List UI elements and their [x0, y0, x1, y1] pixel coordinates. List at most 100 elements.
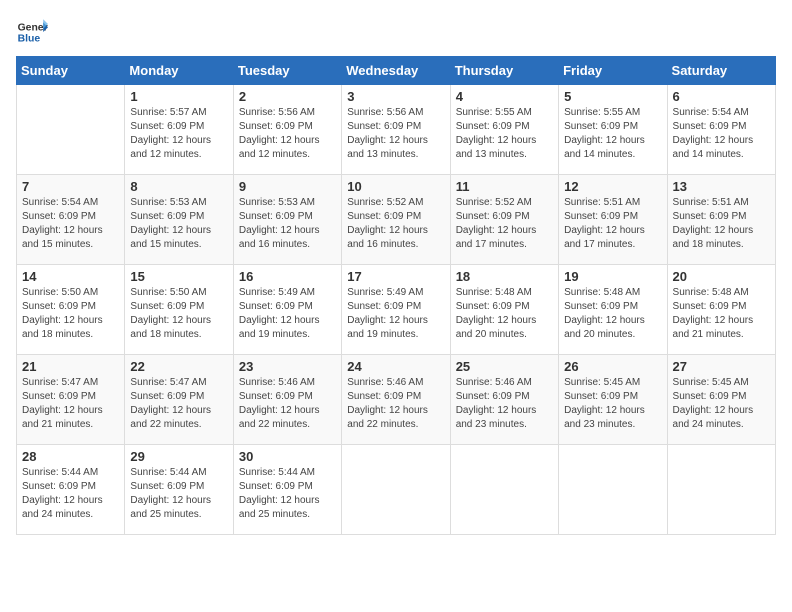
day-number: 9 — [239, 179, 336, 194]
day-info: Sunrise: 5:52 AM Sunset: 6:09 PM Dayligh… — [456, 196, 553, 252]
calendar-week-row: 28 Sunrise: 5:44 AM Sunset: 6:09 PM Dayli… — [17, 445, 776, 535]
calendar-cell: 10 Sunrise: 5:52 AM Sunset: 6:09 PM Dayli… — [342, 175, 450, 265]
calendar-cell — [667, 445, 775, 535]
calendar-cell: 29 Sunrise: 5:44 AM Sunset: 6:09 PM Dayli… — [125, 445, 233, 535]
day-info: Sunrise: 5:45 AM Sunset: 6:09 PM Dayligh… — [564, 376, 661, 432]
day-number: 3 — [347, 89, 444, 104]
calendar-cell: 3 Sunrise: 5:56 AM Sunset: 6:09 PM Daylig… — [342, 85, 450, 175]
calendar-cell — [559, 445, 667, 535]
logo-icon: General Blue — [16, 16, 48, 48]
day-number: 15 — [130, 269, 227, 284]
svg-text:Blue: Blue — [18, 34, 41, 45]
day-number: 14 — [22, 269, 119, 284]
day-number: 29 — [130, 449, 227, 464]
calendar-cell: 14 Sunrise: 5:50 AM Sunset: 6:09 PM Dayli… — [17, 265, 125, 355]
day-info: Sunrise: 5:44 AM Sunset: 6:09 PM Dayligh… — [239, 466, 336, 522]
calendar-cell: 27 Sunrise: 5:45 AM Sunset: 6:09 PM Dayli… — [667, 355, 775, 445]
day-number: 26 — [564, 359, 661, 374]
day-number: 1 — [130, 89, 227, 104]
page-header: General Blue — [16, 16, 776, 48]
calendar-cell: 16 Sunrise: 5:49 AM Sunset: 6:09 PM Dayli… — [233, 265, 341, 355]
calendar-table: SundayMondayTuesdayWednesdayThursdayFrid… — [16, 56, 776, 535]
day-info: Sunrise: 5:52 AM Sunset: 6:09 PM Dayligh… — [347, 196, 444, 252]
day-info: Sunrise: 5:57 AM Sunset: 6:09 PM Dayligh… — [130, 106, 227, 162]
day-number: 19 — [564, 269, 661, 284]
weekday-header: Monday — [125, 57, 233, 85]
calendar-cell: 18 Sunrise: 5:48 AM Sunset: 6:09 PM Dayli… — [450, 265, 558, 355]
header-row: SundayMondayTuesdayWednesdayThursdayFrid… — [17, 57, 776, 85]
day-number: 8 — [130, 179, 227, 194]
calendar-week-row: 7 Sunrise: 5:54 AM Sunset: 6:09 PM Daylig… — [17, 175, 776, 265]
calendar-cell: 30 Sunrise: 5:44 AM Sunset: 6:09 PM Dayli… — [233, 445, 341, 535]
day-number: 7 — [22, 179, 119, 194]
day-info: Sunrise: 5:51 AM Sunset: 6:09 PM Dayligh… — [673, 196, 770, 252]
weekday-header: Saturday — [667, 57, 775, 85]
day-info: Sunrise: 5:46 AM Sunset: 6:09 PM Dayligh… — [347, 376, 444, 432]
calendar-cell: 12 Sunrise: 5:51 AM Sunset: 6:09 PM Dayli… — [559, 175, 667, 265]
calendar-cell: 21Sunrise: 5:47 AM Sunset: 6:09 PM Dayli… — [17, 355, 125, 445]
calendar-cell: 28 Sunrise: 5:44 AM Sunset: 6:09 PM Dayli… — [17, 445, 125, 535]
day-info: Sunrise: 5:45 AM Sunset: 6:09 PM Dayligh… — [673, 376, 770, 432]
day-info: Sunrise: 5:49 AM Sunset: 6:09 PM Dayligh… — [347, 286, 444, 342]
day-info: Sunrise: 5:55 AM Sunset: 6:09 PM Dayligh… — [564, 106, 661, 162]
day-number: 24 — [347, 359, 444, 374]
calendar-cell — [342, 445, 450, 535]
calendar-cell: 7 Sunrise: 5:54 AM Sunset: 6:09 PM Daylig… — [17, 175, 125, 265]
day-info: Sunrise: 5:44 AM Sunset: 6:09 PM Dayligh… — [130, 466, 227, 522]
calendar-cell: 15Sunrise: 5:50 AM Sunset: 6:09 PM Dayli… — [125, 265, 233, 355]
weekday-header: Sunday — [17, 57, 125, 85]
day-number: 30 — [239, 449, 336, 464]
day-number: 11 — [456, 179, 553, 194]
day-info: Sunrise: 5:51 AM Sunset: 6:09 PM Dayligh… — [564, 196, 661, 252]
day-info: Sunrise: 5:53 AM Sunset: 6:09 PM Dayligh… — [239, 196, 336, 252]
day-info: Sunrise: 5:50 AM Sunset: 6:09 PM Dayligh… — [22, 286, 119, 342]
day-number: 27 — [673, 359, 770, 374]
calendar-cell — [17, 85, 125, 175]
day-info: Sunrise: 5:49 AM Sunset: 6:09 PM Dayligh… — [239, 286, 336, 342]
day-info: Sunrise: 5:44 AM Sunset: 6:09 PM Dayligh… — [22, 466, 119, 522]
day-info: Sunrise: 5:56 AM Sunset: 6:09 PM Dayligh… — [347, 106, 444, 162]
day-number: 28 — [22, 449, 119, 464]
calendar-cell — [450, 445, 558, 535]
calendar-week-row: 14 Sunrise: 5:50 AM Sunset: 6:09 PM Dayli… — [17, 265, 776, 355]
calendar-cell: 26 Sunrise: 5:45 AM Sunset: 6:09 PM Dayli… — [559, 355, 667, 445]
calendar-cell: 20 Sunrise: 5:48 AM Sunset: 6:09 PM Dayli… — [667, 265, 775, 355]
calendar-cell: 8Sunrise: 5:53 AM Sunset: 6:09 PM Daylig… — [125, 175, 233, 265]
day-info: Sunrise: 5:55 AM Sunset: 6:09 PM Dayligh… — [456, 106, 553, 162]
day-info: Sunrise: 5:46 AM Sunset: 6:09 PM Dayligh… — [456, 376, 553, 432]
calendar-cell: 25 Sunrise: 5:46 AM Sunset: 6:09 PM Dayli… — [450, 355, 558, 445]
day-number: 22 — [130, 359, 227, 374]
calendar-cell: 17 Sunrise: 5:49 AM Sunset: 6:09 PM Dayli… — [342, 265, 450, 355]
calendar-cell: 11 Sunrise: 5:52 AM Sunset: 6:09 PM Dayli… — [450, 175, 558, 265]
day-number: 16 — [239, 269, 336, 284]
logo: General Blue — [16, 16, 48, 48]
day-number: 21 — [22, 359, 119, 374]
day-number: 13 — [673, 179, 770, 194]
day-number: 5 — [564, 89, 661, 104]
day-info: Sunrise: 5:54 AM Sunset: 6:09 PM Dayligh… — [22, 196, 119, 252]
day-number: 18 — [456, 269, 553, 284]
day-number: 20 — [673, 269, 770, 284]
day-info: Sunrise: 5:48 AM Sunset: 6:09 PM Dayligh… — [673, 286, 770, 342]
day-number: 12 — [564, 179, 661, 194]
calendar-week-row: 21 Sunrise: 5:47 AM Sunset: 6:09 PM Dayli… — [17, 355, 776, 445]
day-info: Sunrise: 5:46 AM Sunset: 6:09 PM Dayligh… — [239, 376, 336, 432]
calendar-cell: 6Sunrise: 5:54 AM Sunset: 6:09 PM Daylig… — [667, 85, 775, 175]
day-number: 25 — [456, 359, 553, 374]
day-number: 4 — [456, 89, 553, 104]
calendar-cell: 5 Sunrise: 5:55 AM Sunset: 6:09 PM Daylig… — [559, 85, 667, 175]
day-number: 17 — [347, 269, 444, 284]
calendar-cell: 2Sunrise: 5:56 AM Sunset: 6:09 PM Daylig… — [233, 85, 341, 175]
day-info: Sunrise: 5:48 AM Sunset: 6:09 PM Dayligh… — [456, 286, 553, 342]
day-number: 2 — [239, 89, 336, 104]
weekday-header: Friday — [559, 57, 667, 85]
calendar-cell: 13 Sunrise: 5:51 AM Sunset: 6:09 PM Dayli… — [667, 175, 775, 265]
calendar-cell: 23Sunrise: 5:46 AM Sunset: 6:09 PM Dayli… — [233, 355, 341, 445]
calendar-cell: 1 Sunrise: 5:57 AM Sunset: 6:09 PM Daylig… — [125, 85, 233, 175]
calendar-cell: 22 Sunrise: 5:47 AM Sunset: 6:09 PM Dayli… — [125, 355, 233, 445]
calendar-cell: 19Sunrise: 5:48 AM Sunset: 6:09 PM Dayli… — [559, 265, 667, 355]
day-number: 10 — [347, 179, 444, 194]
day-info: Sunrise: 5:54 AM Sunset: 6:09 PM Dayligh… — [673, 106, 770, 162]
weekday-header: Tuesday — [233, 57, 341, 85]
day-info: Sunrise: 5:47 AM Sunset: 6:09 PM Dayligh… — [130, 376, 227, 432]
